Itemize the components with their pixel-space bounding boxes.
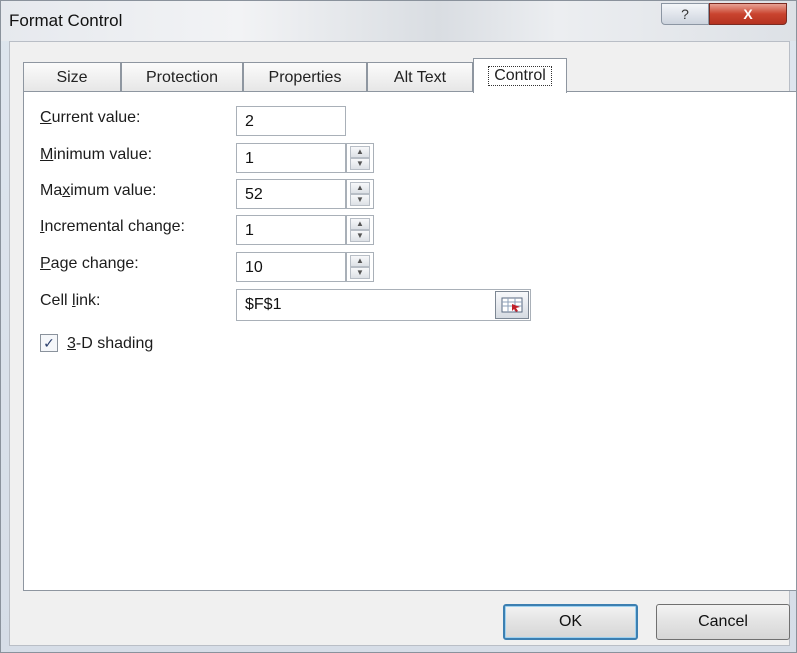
maximum-value-label: Maximum value: [40,182,157,199]
ok-button[interactable]: OK [503,604,638,640]
3d-shading-label[interactable]: 3-D shading [67,335,153,353]
cancel-button[interactable]: Cancel [656,604,790,640]
close-button[interactable]: X [709,3,787,25]
format-control-dialog: Format Control ? X Size Protection Prope… [0,0,797,653]
cell-link-input[interactable]: $F$1 [236,289,531,321]
current-value-label: Current value: [40,109,141,126]
tab-label: Protection [145,68,219,86]
tab-size[interactable]: Size [23,62,121,92]
title-bar[interactable]: Format Control ? X [1,1,796,41]
page-change-input[interactable]: 10 [236,252,346,282]
tab-control[interactable]: Control [473,58,567,93]
tab-alt-text[interactable]: Alt Text [367,62,473,92]
spin-up-icon[interactable]: ▲ [350,255,370,267]
collapse-dialog-icon [501,297,523,313]
current-value-input[interactable]: 2 [236,106,346,136]
3d-shading-checkbox[interactable]: ✓ [40,334,58,352]
checkmark-icon: ✓ [43,335,55,351]
tab-label: Size [56,68,88,86]
spin-down-icon[interactable]: ▼ [350,158,370,170]
dialog-title: Format Control [9,11,123,30]
page-change-label: Page change: [40,255,139,272]
minimum-value-input[interactable]: 1 [236,143,346,173]
spin-up-icon[interactable]: ▲ [350,146,370,158]
tab-label: Control [488,66,552,86]
help-button[interactable]: ? [661,3,709,25]
spin-down-icon[interactable]: ▼ [350,267,370,279]
tab-label: Alt Text [393,68,447,86]
incremental-change-label: Incremental change: [40,218,185,235]
close-icon: X [743,6,753,22]
spin-up-icon[interactable]: ▲ [350,182,370,194]
collapse-dialog-button[interactable] [495,291,529,319]
spin-up-icon[interactable]: ▲ [350,218,370,230]
spin-down-icon[interactable]: ▼ [350,230,370,242]
cell-link-label: Cell link: [40,292,101,309]
page-change-spinner[interactable]: ▲ ▼ [346,252,374,282]
minimum-value-spinner[interactable]: ▲ ▼ [346,143,374,173]
incremental-change-input[interactable]: 1 [236,215,346,245]
maximum-value-spinner[interactable]: ▲ ▼ [346,179,374,209]
maximum-value-input[interactable]: 52 [236,179,346,209]
help-icon: ? [681,6,689,22]
tab-properties[interactable]: Properties [243,62,367,92]
tab-label: Properties [268,68,342,86]
spin-down-icon[interactable]: ▼ [350,194,370,206]
tab-protection[interactable]: Protection [121,62,243,92]
incremental-change-spinner[interactable]: ▲ ▼ [346,215,374,245]
minimum-value-label: Minimum value: [40,146,153,163]
